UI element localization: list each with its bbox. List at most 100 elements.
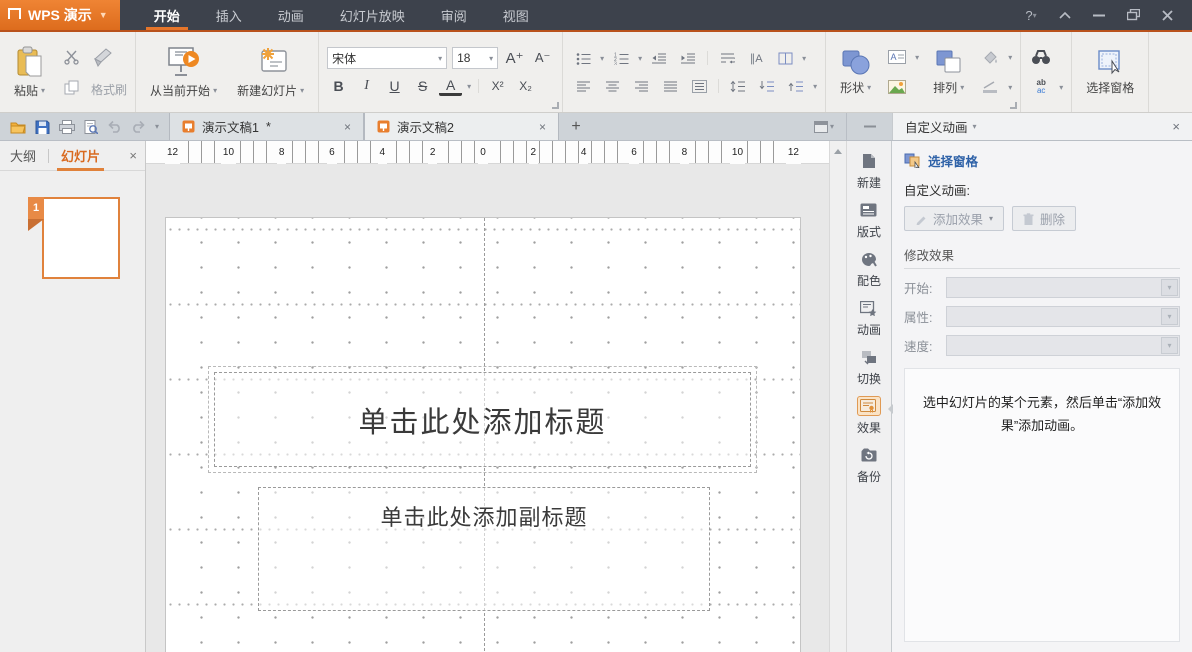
side-tool-effects[interactable]: 效果	[857, 396, 881, 436]
menu-tab-insert[interactable]: 插入	[198, 0, 260, 30]
save-icon[interactable]	[35, 120, 50, 134]
font-color-button[interactable]: A	[439, 76, 462, 96]
selection-pane-button[interactable]: 选择窗格	[1080, 47, 1140, 98]
doc-tab-2-close-icon[interactable]: ×	[539, 120, 546, 134]
font-name-select[interactable]: 宋体▾	[327, 47, 447, 69]
redo-icon[interactable]	[131, 120, 146, 133]
undo-icon[interactable]	[107, 120, 122, 133]
drawing-dialog-launcher-icon[interactable]	[1010, 102, 1017, 109]
hide-task-pane-button[interactable]	[846, 113, 892, 140]
side-tool-layout[interactable]: 版式	[857, 200, 881, 240]
selection-pane-link[interactable]: 选择窗格	[904, 151, 1180, 170]
title-placeholder[interactable]: 单击此处添加标题	[214, 372, 751, 467]
add-effect-button[interactable]: 添加效果 ▾	[904, 206, 1004, 231]
shape-fill-button[interactable]	[978, 46, 1002, 68]
horizontal-ruler: 12108642024681012	[146, 141, 829, 164]
text-box-button[interactable]: A	[885, 46, 909, 68]
side-tool-transition[interactable]: 切换	[857, 347, 881, 387]
strikethrough-button[interactable]: S	[411, 75, 434, 97]
italic-button[interactable]: I	[355, 75, 378, 97]
menu-tab-animation[interactable]: 动画	[260, 0, 322, 30]
paste-button[interactable]: 粘贴▾	[8, 44, 51, 101]
underline-button[interactable]: U	[383, 75, 406, 97]
print-preview-icon[interactable]	[84, 120, 98, 134]
distribute-button[interactable]	[687, 75, 711, 97]
print-icon[interactable]	[59, 120, 75, 134]
speed-select[interactable]: ▾	[946, 335, 1180, 356]
superscript-button[interactable]: X²	[486, 75, 509, 97]
property-select[interactable]: ▾	[946, 306, 1180, 327]
doc-tab-2[interactable]: 演示文稿2 ×	[364, 113, 559, 140]
delete-effect-button[interactable]: 删除	[1012, 206, 1076, 231]
slides-panel-close-icon[interactable]: ×	[129, 148, 137, 163]
restore-button[interactable]	[1118, 2, 1148, 28]
insert-picture-button[interactable]	[885, 76, 909, 98]
align-right-button[interactable]	[629, 75, 653, 97]
slides-tab[interactable]: 幻灯片	[59, 140, 102, 171]
qat-more-caret[interactable]: ▾	[155, 122, 159, 131]
decrease-indent-button[interactable]	[647, 47, 671, 69]
shape-outline-button[interactable]	[978, 76, 1002, 98]
vertical-scrollbar[interactable]	[829, 141, 846, 652]
doc-tab-1[interactable]: 演示文稿1 * ×	[169, 113, 364, 140]
find-button[interactable]	[1029, 46, 1053, 68]
arrange-button[interactable]: 排列▾	[927, 47, 970, 98]
slide-editing-surface[interactable]: 单击此处添加标题 单击此处添加副标题	[165, 217, 801, 652]
side-tool-new[interactable]: 新建	[857, 151, 881, 191]
decrease-paragraph-spacing-button[interactable]	[784, 75, 808, 97]
increase-indent-button[interactable]	[676, 47, 700, 69]
doc-tab-1-close-icon[interactable]: ×	[344, 120, 351, 134]
menu-tab-review[interactable]: 审阅	[423, 0, 485, 30]
bold-button[interactable]: B	[327, 75, 350, 97]
task-pane-switch-caret[interactable]: ▾	[973, 122, 977, 131]
font-dialog-launcher-icon[interactable]	[552, 102, 559, 109]
subtitle-placeholder[interactable]: 单击此处添加副标题	[258, 487, 710, 611]
new-slide-button[interactable]: 新建幻灯片▾	[231, 44, 310, 101]
menu-tab-view[interactable]: 视图	[485, 0, 547, 30]
new-document-tab-button[interactable]: +	[559, 113, 593, 140]
help-button[interactable]: ?▾	[1016, 2, 1046, 28]
bullets-button[interactable]	[571, 47, 595, 69]
cut-button[interactable]	[59, 46, 83, 68]
line-spacing-button[interactable]	[726, 75, 750, 97]
side-tool-color-scheme[interactable]: 配色	[857, 249, 881, 289]
grow-font-button[interactable]: A⁺	[503, 47, 526, 69]
play-from-current-button[interactable]: 从当前开始▾	[144, 44, 223, 101]
shrink-font-button[interactable]: A⁻	[531, 47, 554, 69]
side-tool-animation[interactable]: 动画	[857, 298, 881, 338]
close-button[interactable]	[1152, 2, 1182, 28]
open-folder-icon[interactable]	[10, 120, 26, 134]
columns-button[interactable]	[773, 47, 797, 69]
text-direction-button[interactable]: ∥A	[744, 47, 768, 69]
collapse-ribbon-button[interactable]	[1050, 2, 1080, 28]
outline-tab[interactable]: 大纲	[8, 140, 38, 171]
replace-button[interactable]: ab ac	[1029, 76, 1053, 98]
start-select[interactable]: ▾	[946, 277, 1180, 298]
increase-paragraph-spacing-button[interactable]	[755, 75, 779, 97]
slide-thumbnail-1[interactable]: 1	[42, 197, 120, 279]
numbering-button[interactable]: 123	[609, 47, 633, 69]
copy-button[interactable]	[59, 76, 83, 98]
menu-tab-home[interactable]: 开始	[136, 0, 198, 30]
format-painter-label[interactable]: 格式刷	[91, 81, 127, 98]
font-color-caret[interactable]: ▾	[467, 82, 471, 91]
text-wrap-button[interactable]	[715, 47, 739, 69]
custom-animation-panel: 选择窗格 自定义动画: 添加效果 ▾ 删除 修改效果 开始: ▾ 属	[892, 141, 1192, 652]
font-size-select[interactable]: 18▾	[452, 47, 498, 69]
justify-button[interactable]	[658, 75, 682, 97]
app-menu-button[interactable]: WPS 演示 ▼	[0, 0, 120, 30]
effects-icon	[860, 399, 877, 413]
menu-tab-slideshow[interactable]: 幻灯片放映	[322, 0, 423, 30]
palette-icon	[861, 252, 877, 267]
side-tool-backup[interactable]: 备份	[857, 445, 881, 485]
format-painter-icon-button[interactable]	[91, 46, 115, 68]
task-pane-close-icon[interactable]: ×	[1172, 119, 1180, 134]
scroll-up-button[interactable]	[831, 143, 846, 159]
align-left-button[interactable]	[571, 75, 595, 97]
minimize-button[interactable]	[1084, 2, 1114, 28]
subscript-button[interactable]: X₂	[514, 75, 537, 97]
shapes-button[interactable]: 形状▾	[834, 47, 877, 98]
doc-tab-2-label: 演示文稿2	[397, 117, 454, 136]
tab-list-button[interactable]: ▾	[814, 113, 846, 140]
align-center-button[interactable]	[600, 75, 624, 97]
